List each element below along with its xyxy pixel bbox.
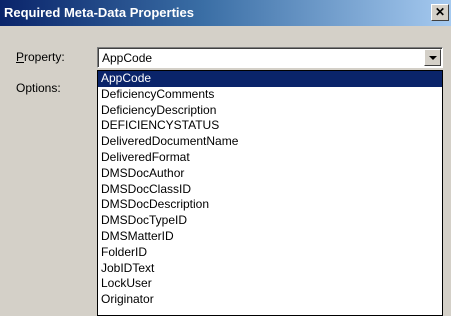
options-label: Options: — [16, 81, 61, 95]
property-label-accelerator: P — [16, 50, 25, 64]
dropdown-option[interactable]: Originator — [98, 292, 442, 308]
dropdown-option[interactable]: DMSDocAuthor — [98, 166, 442, 182]
dropdown-option[interactable]: DeliveredDocumentName — [98, 134, 442, 150]
dropdown-option[interactable]: LockUser — [98, 276, 442, 292]
dropdown-option[interactable]: DMSDocTypeID — [98, 213, 442, 229]
dropdown-option[interactable]: DMSDocDescription — [98, 197, 442, 213]
dialog-edge — [443, 70, 446, 316]
chevron-down-icon[interactable] — [424, 49, 441, 66]
dropdown-option[interactable]: DeficiencyDescription — [98, 103, 442, 119]
dropdown-option[interactable]: DeliveredFormat — [98, 150, 442, 166]
close-button[interactable]: ✕ — [431, 4, 449, 21]
dropdown-option[interactable]: FolderID — [98, 245, 442, 261]
property-label-text: roperty: — [24, 50, 65, 64]
property-label: Property: — [16, 50, 65, 64]
dropdown-option[interactable]: DEFICIENCYSTATUS — [98, 118, 442, 134]
close-icon: ✕ — [434, 5, 446, 19]
window-title: Required Meta-Data Properties — [4, 5, 194, 20]
dropdown-option[interactable]: DeficiencyComments — [98, 87, 442, 103]
property-combobox[interactable]: AppCode — [97, 47, 443, 68]
property-combobox-value: AppCode — [102, 51, 153, 65]
dropdown-option[interactable]: JobIDText — [98, 261, 442, 277]
dropdown-option[interactable]: DMSMatterID — [98, 229, 442, 245]
dropdown-option[interactable]: AppCode — [98, 71, 442, 87]
title-bar[interactable]: Required Meta-Data Properties ✕ — [0, 0, 451, 26]
dropdown-option[interactable]: DMSDocClassID — [98, 182, 442, 198]
property-dropdown-list[interactable]: AppCode DeficiencyComments DeficiencyDescr… — [97, 70, 443, 316]
